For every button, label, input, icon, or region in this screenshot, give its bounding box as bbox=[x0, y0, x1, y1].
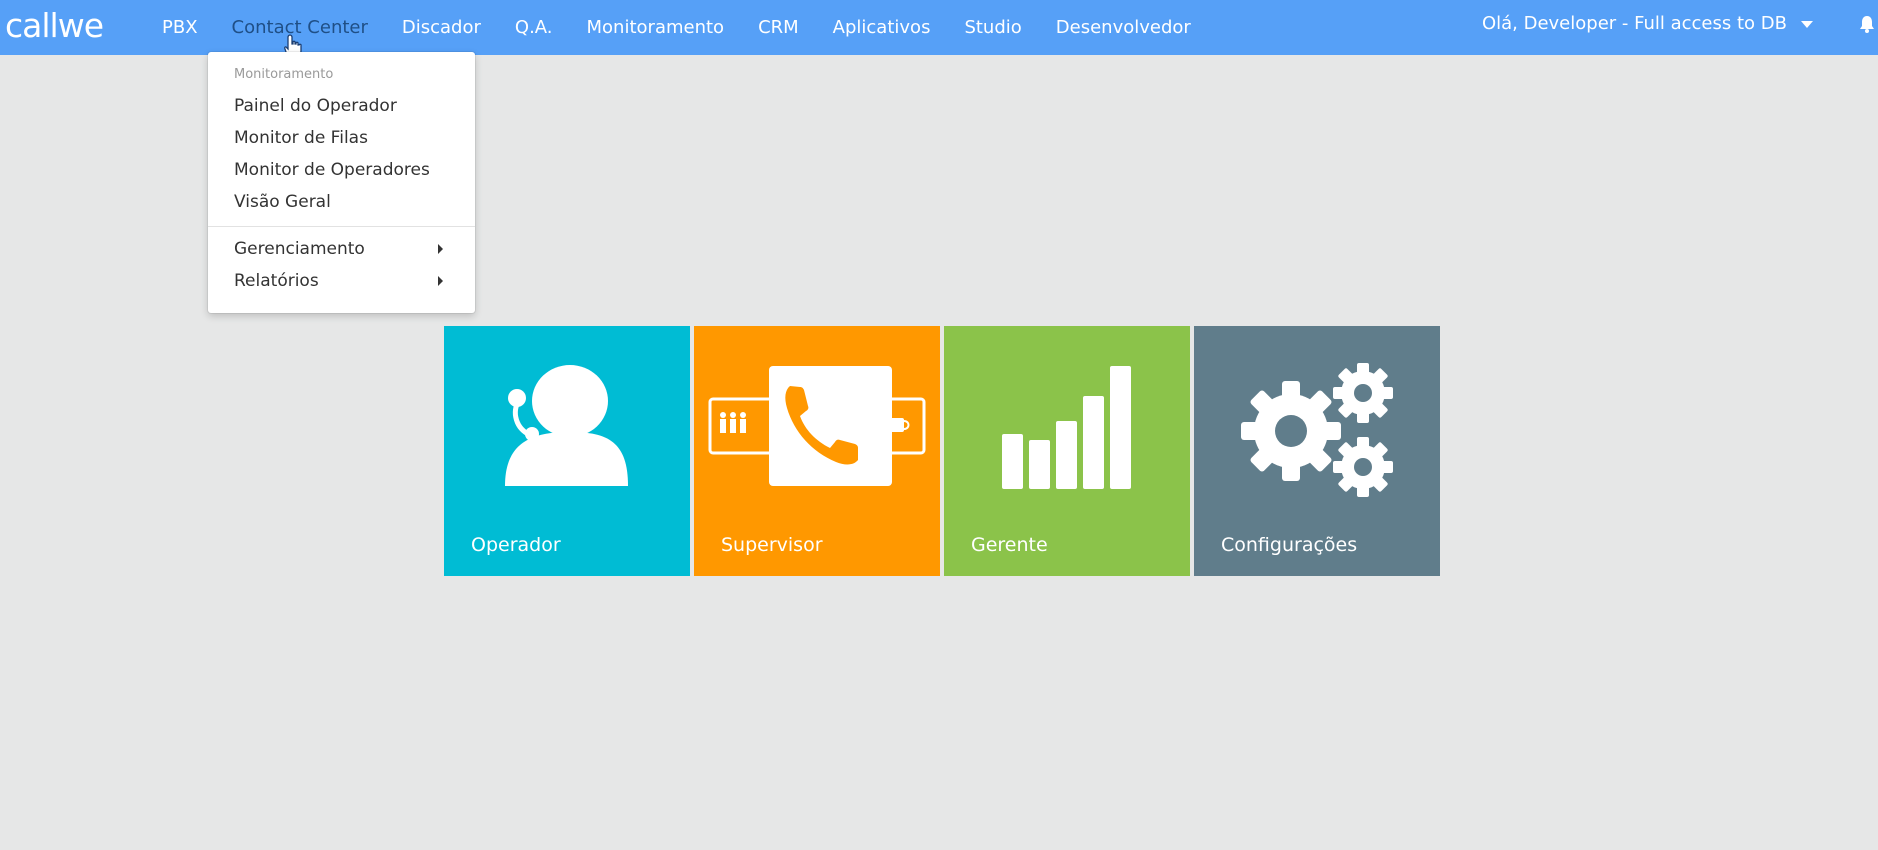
tile-gerente[interactable]: Gerente bbox=[944, 326, 1190, 576]
tile-supervisor-label: Supervisor bbox=[721, 534, 823, 556]
tile-configuracoes[interactable]: Configurações bbox=[1194, 326, 1440, 576]
top-navbar: callwe PBX Contact Center Discador Q.A. … bbox=[0, 0, 1878, 55]
nav-item-monitoramento[interactable]: Monitoramento bbox=[570, 0, 742, 55]
tile-configuracoes-label: Configurações bbox=[1221, 534, 1358, 556]
user-menu[interactable]: Olá, Developer - Full access to DB bbox=[1482, 0, 1813, 48]
tile-gerente-label: Gerente bbox=[971, 534, 1048, 556]
nav-item-aplicativos[interactable]: Aplicativos bbox=[816, 0, 948, 55]
callwe-logo[interactable]: callwe bbox=[5, 6, 104, 46]
nav-item-discador[interactable]: Discador bbox=[385, 0, 498, 55]
chevron-right-icon bbox=[438, 276, 443, 286]
bar-chart-icon bbox=[1002, 366, 1131, 489]
headset-agent-icon bbox=[505, 365, 628, 486]
tile-operador[interactable]: Operador bbox=[444, 326, 690, 576]
nav-item-studio[interactable]: Studio bbox=[947, 0, 1038, 55]
dashboard-tiles: Operador Supervisor Gerente Configuraçõe… bbox=[444, 326, 1440, 576]
menu-item-visao-geral[interactable]: Visão Geral bbox=[234, 192, 331, 212]
gears-icon bbox=[1241, 363, 1393, 497]
menu-item-monitor-de-filas[interactable]: Monitor de Filas bbox=[234, 128, 368, 148]
nav-item-desenvolvedor[interactable]: Desenvolvedor bbox=[1039, 0, 1208, 55]
dropdown-divider bbox=[208, 226, 475, 227]
submenu-gerenciamento[interactable]: Gerenciamento bbox=[234, 239, 365, 259]
bell-icon[interactable] bbox=[1859, 15, 1875, 33]
menu-item-monitor-de-operadores[interactable]: Monitor de Operadores bbox=[234, 160, 430, 180]
tile-operador-label: Operador bbox=[471, 534, 561, 556]
nav-item-pbx[interactable]: PBX bbox=[145, 0, 215, 55]
main-nav: PBX Contact Center Discador Q.A. Monitor… bbox=[145, 0, 1208, 55]
phone-queue-icon bbox=[708, 366, 926, 486]
menu-item-painel-do-operador[interactable]: Painel do Operador bbox=[234, 96, 397, 116]
chevron-down-icon bbox=[1801, 20, 1813, 28]
nav-item-crm[interactable]: CRM bbox=[741, 0, 816, 55]
submenu-relatorios[interactable]: Relatórios bbox=[234, 271, 319, 291]
contact-center-dropdown: Monitoramento Painel do Operador Monitor… bbox=[208, 52, 475, 313]
dropdown-section-header: Monitoramento bbox=[234, 67, 334, 82]
user-menu-label: Olá, Developer - Full access to DB bbox=[1481, 13, 1787, 34]
nav-item-qa[interactable]: Q.A. bbox=[498, 0, 570, 55]
tile-supervisor[interactable]: Supervisor bbox=[694, 326, 940, 576]
chevron-right-icon bbox=[438, 244, 443, 254]
